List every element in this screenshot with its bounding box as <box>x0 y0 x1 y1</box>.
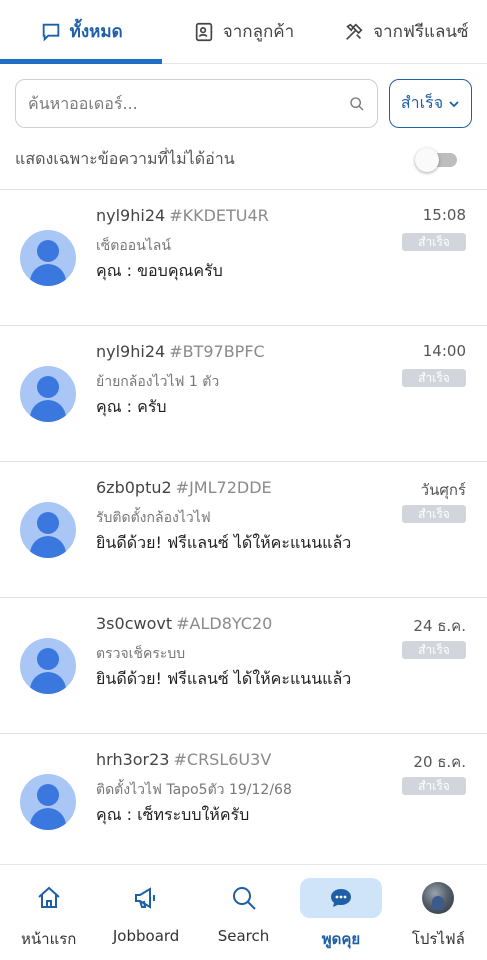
job-subject: ติดตั้งไวไฟ Tapo5ตัว 19/12/68 <box>96 782 292 798</box>
nav-search[interactable]: Search <box>195 865 292 960</box>
nav-jobboard-icon-wrap <box>114 878 178 918</box>
last-message: ยินดีด้วย! ฟรีแลนซ์ ได้ให้คะแนนแล้ว <box>96 669 352 688</box>
status-badge: สำเร็จ <box>402 505 466 523</box>
status-badge: สำเร็จ <box>402 641 466 659</box>
conversation-title: nyl9hi24 #BT97BPFC <box>96 342 265 361</box>
job-subject: ตรวจเช็คระบบ <box>96 646 186 662</box>
nav-chat-icon-wrap <box>299 878 382 918</box>
conversation-title: 6zb0ptu2 #JML72DDE <box>96 478 272 497</box>
search-input[interactable] <box>28 94 349 113</box>
user-avatar-icon <box>20 638 76 694</box>
nav-home-icon-wrap <box>17 878 81 918</box>
profile-avatar <box>422 882 455 914</box>
nav-profile-label: โปรไฟล์ <box>411 930 465 948</box>
status-filter-value: สำเร็จ <box>400 93 444 112</box>
status-badge: สำเร็จ <box>402 777 466 795</box>
order-id: #CRSL6U3V <box>173 750 272 769</box>
toggle-knob <box>415 148 439 172</box>
status-badge: สำเร็จ <box>402 369 466 387</box>
last-message: ยินดีด้วย! ฟรีแลนซ์ ได้ให้คะแนนแล้ว <box>96 533 352 552</box>
conversation-list: nyl9hi24 #KKDETU4R 15:08 เซ็ตออนไลน์ สำเร… <box>0 189 487 870</box>
order-id: #KKDETU4R <box>169 206 269 225</box>
last-message: คุณ : เซ็ทระบบให้ครับ <box>96 805 250 824</box>
nav-search-icon-wrap <box>212 878 276 918</box>
user-avatar-icon <box>20 366 76 422</box>
nav-chat-label: พูดคุย <box>321 930 361 948</box>
nav-profile-icon-wrap <box>406 878 470 918</box>
bottom-navigation: หน้าแรก Jobboard Search พูดคุย โปรไฟล์ <box>0 864 487 960</box>
conversation-item[interactable]: nyl9hi24 #BT97BPFC 14:00 ย้ายกล้องไวไฟ 1 … <box>0 326 487 462</box>
last-message: คุณ : ขอบคุณครับ <box>96 261 223 280</box>
order-id: #BT97BPFC <box>169 342 265 361</box>
tab-from-customer[interactable]: จากลูกค้า <box>162 0 324 63</box>
conversation-time: 15:08 <box>422 206 466 224</box>
chat-bubble-icon <box>330 889 351 907</box>
nav-jobboard[interactable]: Jobboard <box>97 865 194 960</box>
conversation-title: hrh3or23 #CRSL6U3V <box>96 750 271 769</box>
tab-from-customer-label: จากลูกค้า <box>222 22 295 42</box>
customer-name: hrh3or23 <box>96 750 170 769</box>
tab-all[interactable]: ทั้งหมด <box>0 0 163 64</box>
unread-filter-row: แสดงเฉพาะข้อความที่ไม่ได้อ่าน <box>15 144 457 174</box>
top-tab-bar: ทั้งหมด จากลูกค้า จากฟรีแลนซ์ <box>0 0 487 64</box>
conversation-title: nyl9hi24 #KKDETU4R <box>96 206 269 225</box>
customer-name: nyl9hi24 <box>96 206 166 225</box>
nav-home[interactable]: หน้าแรก <box>0 865 97 960</box>
search-box <box>15 79 378 128</box>
tools-icon <box>346 22 363 40</box>
conversation-time: วันศุกร์ <box>420 481 466 499</box>
user-avatar-icon <box>20 774 76 830</box>
megaphone-icon <box>135 887 156 909</box>
conversation-item[interactable]: 3s0cwovt #ALD8YC20 24 ธ.ค. ตรวจเช็คระบบ ส… <box>0 598 487 734</box>
search-row: สำเร็จ <box>15 79 472 128</box>
nav-home-label: หน้าแรก <box>21 930 77 948</box>
job-subject: ย้ายกล้องไวไฟ 1 ตัว <box>96 374 220 390</box>
customer-name: 6zb0ptu2 <box>96 478 172 497</box>
conversation-time: 20 ธ.ค. <box>413 753 466 771</box>
customer-name: nyl9hi24 <box>96 342 166 361</box>
unread-only-toggle[interactable] <box>415 148 457 172</box>
nav-profile[interactable]: โปรไฟล์ <box>390 865 487 960</box>
home-icon <box>38 886 60 908</box>
tab-from-freelancer-label: จากฟรีแลนซ์ <box>373 22 469 42</box>
tab-from-freelancer[interactable]: จากฟรีแลนซ์ <box>325 0 487 63</box>
contact-card-icon <box>195 22 213 41</box>
user-avatar-icon <box>20 502 76 558</box>
conversation-time: 14:00 <box>422 342 466 360</box>
nav-jobboard-label: Jobboard <box>112 927 180 945</box>
conversation-title: 3s0cwovt #ALD8YC20 <box>96 614 272 633</box>
last-message: คุณ : ครับ <box>96 397 167 416</box>
chevron-down-icon <box>449 100 459 107</box>
job-subject: รับติดตั้งกล้องไวไฟ <box>96 510 211 526</box>
nav-search-label: Search <box>217 927 270 945</box>
nav-chat[interactable]: พูดคุย <box>292 865 389 960</box>
search-icon[interactable] <box>349 96 365 112</box>
customer-name: 3s0cwovt <box>96 614 173 633</box>
status-badge: สำเร็จ <box>402 233 466 251</box>
conversation-item[interactable]: nyl9hi24 #KKDETU4R 15:08 เซ็ตออนไลน์ สำเร… <box>0 190 487 326</box>
chat-icon <box>42 23 59 42</box>
conversation-item[interactable]: hrh3or23 #CRSL6U3V 20 ธ.ค. ติดตั้งไวไฟ Ta… <box>0 734 487 870</box>
status-filter-dropdown[interactable]: สำเร็จ <box>389 79 472 128</box>
conversation-item[interactable]: 6zb0ptu2 #JML72DDE วันศุกร์ รับติดตั้งกล้… <box>0 462 487 598</box>
order-id: #JML72DDE <box>175 478 272 497</box>
tab-all-label: ทั้งหมด <box>69 22 123 42</box>
unread-filter-label: แสดงเฉพาะข้อความที่ไม่ได้อ่าน <box>15 148 235 168</box>
order-id: #ALD8YC20 <box>176 614 273 633</box>
user-avatar-icon <box>20 230 76 286</box>
conversation-time: 24 ธ.ค. <box>413 617 466 635</box>
search-icon <box>232 887 256 910</box>
job-subject: เซ็ตออนไลน์ <box>96 238 171 254</box>
